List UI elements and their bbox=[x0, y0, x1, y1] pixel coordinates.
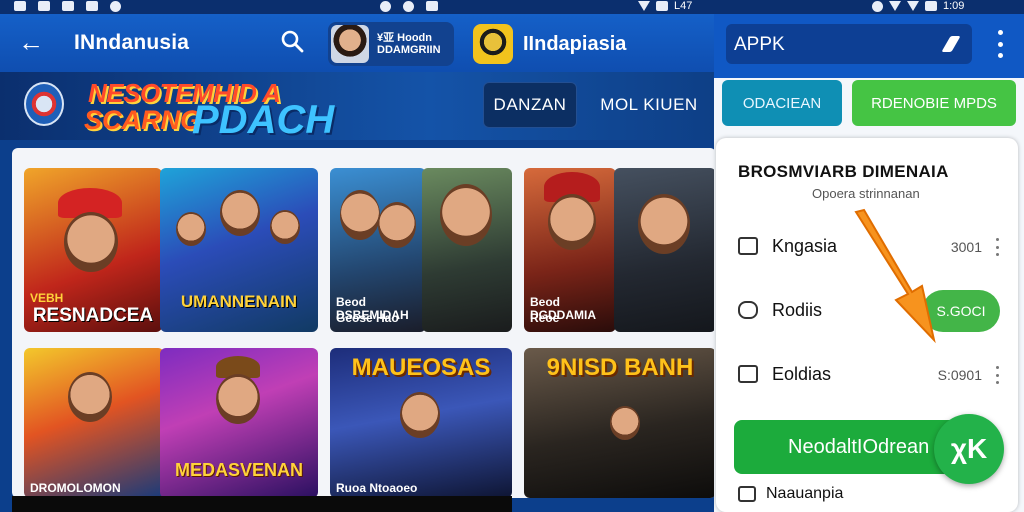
panel-title: BROSMVIARB DIMENAIA bbox=[738, 162, 949, 181]
game-card[interactable]: 9NISD BANH bbox=[524, 348, 716, 498]
character-art bbox=[176, 212, 206, 246]
more-options-icon[interactable] bbox=[996, 30, 1004, 58]
signal-icon bbox=[656, 1, 668, 11]
checkbox-icon[interactable] bbox=[738, 486, 756, 502]
message-icon bbox=[38, 1, 50, 11]
character-art bbox=[378, 202, 416, 248]
region-avatar bbox=[473, 24, 513, 64]
region-chip-label: IIndapiasia bbox=[523, 32, 627, 55]
character-art bbox=[610, 406, 640, 440]
wifi-icon bbox=[638, 1, 650, 11]
panel-subtitle: Opoera strinnanan bbox=[812, 186, 920, 201]
game-title: MEDASVENAN bbox=[174, 460, 303, 480]
app-search-value: APPK bbox=[734, 34, 785, 55]
character-art bbox=[548, 194, 596, 250]
list-item[interactable]: Eoldias S:0901 bbox=[738, 356, 1008, 396]
floating-action-button[interactable]: χK bbox=[934, 414, 1004, 484]
character-art bbox=[270, 210, 300, 244]
character-art bbox=[340, 190, 380, 240]
game-card[interactable]: VEBH RESNADCEA bbox=[24, 168, 162, 332]
game-tag: VEBH bbox=[30, 291, 64, 305]
list-item[interactable]: Naauanpia bbox=[738, 484, 1008, 506]
document-icon bbox=[738, 365, 758, 383]
list-item-label: Eoldias bbox=[772, 364, 832, 384]
bottom-bar bbox=[12, 496, 512, 512]
list-item-label: Naauanpia bbox=[766, 485, 844, 502]
list-item-value: 3001 bbox=[950, 239, 982, 255]
top-app-bar: ← INndanusia ¥亚 Hoodn DDAMGRIIN IIndapia… bbox=[0, 14, 716, 72]
game-card[interactable]: Beod DSBEMIDAH Geose Hao bbox=[330, 168, 426, 332]
game-title: UMANNENAIN bbox=[180, 292, 298, 311]
game-card[interactable]: UMANNENAIN bbox=[160, 168, 318, 332]
list-item-label: Rodiis bbox=[772, 300, 823, 320]
confirm-button[interactable]: RDENOBIE MPDS bbox=[852, 80, 1016, 126]
character-art bbox=[638, 194, 690, 254]
game-tag: Reoe bbox=[530, 311, 560, 325]
game-card[interactable] bbox=[614, 168, 716, 332]
character-art bbox=[400, 392, 440, 438]
app-title: INndanusia bbox=[74, 31, 190, 54]
game-title: MAUEOSAS bbox=[351, 354, 491, 381]
character-art bbox=[68, 372, 112, 422]
banner-subline-a: SCARNG bbox=[84, 105, 202, 135]
checkbox-icon[interactable] bbox=[738, 237, 758, 255]
app-icon bbox=[86, 1, 98, 11]
profile-chip-label: ¥亚 Hoodn DDAMGRIIN bbox=[377, 32, 441, 56]
profile-chip[interactable]: ¥亚 Hoodn DDAMGRIIN bbox=[328, 22, 454, 66]
wifi-icon bbox=[889, 1, 901, 11]
character-art bbox=[64, 212, 118, 272]
game-card[interactable]: DROMOLOMON bbox=[24, 348, 164, 498]
pointer-arrow-icon bbox=[854, 208, 936, 344]
location-icon bbox=[403, 1, 414, 12]
status-bar: L47 1:09 bbox=[0, 0, 1024, 14]
game-title: 9NISD BANH bbox=[546, 354, 694, 381]
game-grid: VEBH RESNADCEA UMANNENAIN Beod DSBEMIDAH… bbox=[12, 148, 716, 498]
banner-logo-icon bbox=[24, 82, 64, 126]
list-item-value: S:0901 bbox=[937, 367, 982, 383]
game-title: RESNADCEA bbox=[32, 305, 154, 326]
status-time-right: 1:09 bbox=[943, 0, 965, 12]
mail-icon bbox=[426, 1, 438, 11]
game-card[interactable]: Beod DGDDAMIA Reoe bbox=[524, 168, 616, 332]
sync-icon bbox=[110, 1, 121, 12]
region-chip[interactable]: IIndapiasia bbox=[470, 22, 710, 66]
back-arrow-icon[interactable]: ← bbox=[18, 29, 46, 56]
alarm-icon bbox=[872, 1, 883, 12]
gallery-icon bbox=[62, 1, 74, 11]
banner-button-primary[interactable]: DANZAN bbox=[483, 82, 577, 128]
game-card[interactable]: MAUEOSAS Ruoa Ntoaoeo bbox=[330, 348, 512, 498]
primary-action-button[interactable]: NeodaltIOdrean bbox=[734, 420, 966, 474]
notification-icon bbox=[14, 1, 26, 11]
game-tag: Ruoa Ntoaoeo bbox=[336, 481, 418, 495]
signal-icon bbox=[907, 1, 919, 11]
list-item-label: Kngasia bbox=[772, 236, 838, 256]
row-menu-icon[interactable] bbox=[996, 366, 1000, 384]
banner-button-secondary[interactable]: MOL KIUEN bbox=[590, 82, 708, 128]
status-time-left: L47 bbox=[674, 0, 693, 12]
cancel-button[interactable]: ODACIEAN bbox=[722, 80, 842, 126]
game-card[interactable]: MEDASVENAN bbox=[160, 348, 318, 498]
settings-icon bbox=[380, 1, 391, 12]
avatar bbox=[331, 25, 369, 63]
game-card[interactable] bbox=[422, 168, 512, 332]
character-art bbox=[216, 374, 260, 424]
game-title: DROMOLOMON bbox=[30, 481, 121, 495]
search-icon[interactable] bbox=[280, 28, 306, 56]
puzzle-icon bbox=[738, 301, 758, 319]
character-art bbox=[440, 184, 492, 246]
battery-icon bbox=[925, 1, 937, 11]
promo-banner[interactable]: NESOTEMHID A SCARNG PDACH DANZAN MOL KIU… bbox=[0, 72, 716, 142]
row-menu-icon[interactable] bbox=[996, 238, 1000, 256]
character-art bbox=[220, 190, 260, 236]
banner-subline-b: PDACH bbox=[192, 98, 335, 142]
game-tag: Geose Hao bbox=[336, 311, 399, 325]
